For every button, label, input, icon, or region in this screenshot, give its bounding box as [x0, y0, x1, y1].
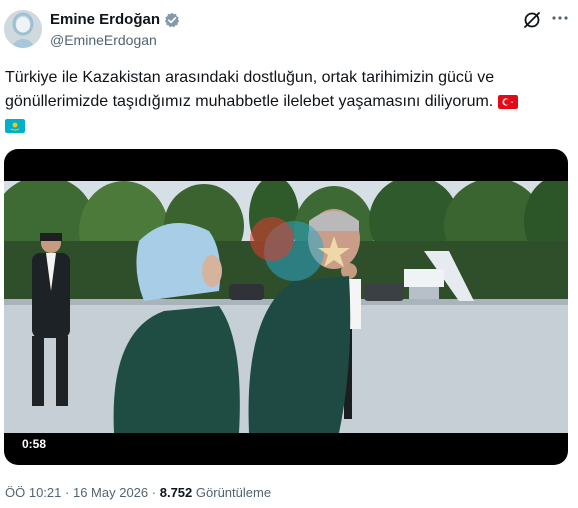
- tweet-body: Türkiye ile Kazakistan arasındaki dostlu…: [5, 69, 495, 110]
- verified-badge-icon: [164, 12, 180, 27]
- kazakhstan-flag-icon: [5, 118, 25, 133]
- turkey-flag-icon: [497, 94, 518, 109]
- tweet-text: Türkiye ile Kazakistan arasındaki dostlu…: [5, 66, 570, 138]
- views-label: Görüntüleme: [195, 485, 272, 500]
- meta-separator: ·: [151, 485, 157, 500]
- video-frame[interactable]: [4, 181, 568, 433]
- grok-icon[interactable]: [522, 10, 542, 30]
- video-player[interactable]: 0:58: [4, 149, 568, 465]
- tweet-meta: ÖÖ 10:21 · 16 May 2026 · 8.752 Görüntüle…: [5, 485, 271, 500]
- author-name[interactable]: Emine Erdoğan: [50, 11, 160, 28]
- video-duration: 0:58: [22, 437, 47, 451]
- meta-separator: ·: [65, 485, 70, 500]
- author-handle[interactable]: @EmineErdogan: [50, 32, 157, 48]
- tweet-date[interactable]: 16 May 2026: [73, 485, 148, 500]
- more-icon[interactable]: [550, 8, 570, 33]
- views-count: 8.752: [159, 485, 193, 500]
- avatar[interactable]: [4, 10, 42, 48]
- author-name-row[interactable]: Emine Erdoğan: [50, 11, 180, 28]
- avatar-image: [4, 10, 42, 48]
- tweet-time[interactable]: ÖÖ 10:21: [5, 485, 61, 500]
